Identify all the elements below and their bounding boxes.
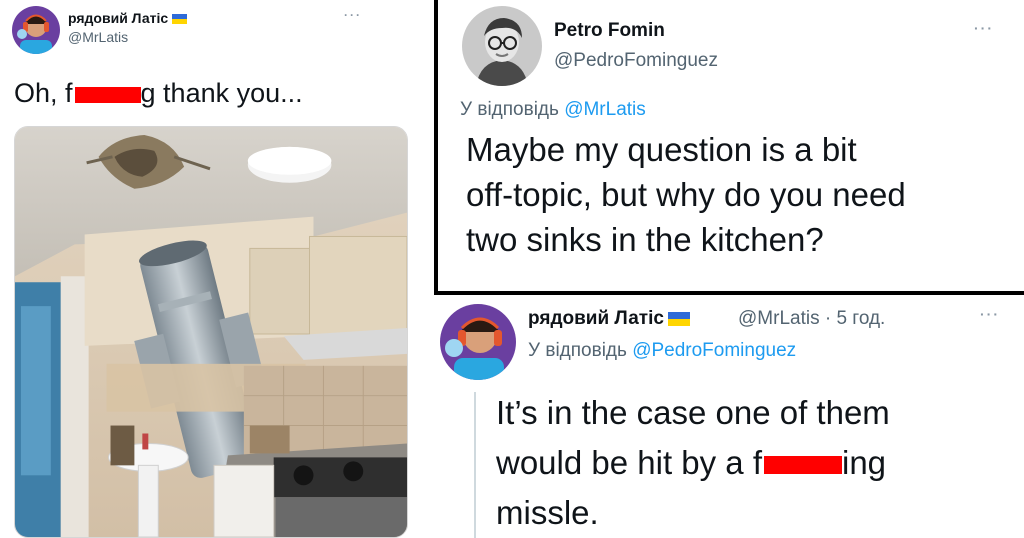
- author-name[interactable]: рядовий Латіс: [528, 308, 690, 330]
- tweet-text-line: two sinks in the kitchen?: [466, 221, 824, 258]
- panel-divider: [434, 0, 438, 292]
- tweet-text-line: would be hit by a f ing: [496, 444, 887, 481]
- author-handle[interactable]: @PedroFominguez: [554, 50, 718, 72]
- answer-tweet: рядовий Латіс @MrLatis · 5 год. ··· У ві…: [440, 296, 1024, 538]
- author-handle[interactable]: @MrLatis: [68, 29, 128, 45]
- tweet-text-line: Maybe my question is a bit: [466, 131, 857, 168]
- tweet-photo[interactable]: [14, 126, 408, 538]
- tweet-text-line: off-topic, but why do you need: [466, 176, 906, 213]
- reply-mention-link[interactable]: @MrLatis: [564, 99, 646, 120]
- reply-tweet: Petro Fomin @PedroFominguez ··· У відпов…: [440, 0, 1024, 290]
- avatar-illustration-icon: [440, 304, 516, 380]
- tweet-text: Oh, fkg thank you...: [14, 78, 303, 108]
- more-options-icon[interactable]: ···: [980, 306, 1000, 322]
- author-name[interactable]: рядовий Латіс: [68, 10, 188, 26]
- tweet-text-line: It’s in the case one of them: [496, 394, 890, 431]
- more-options-icon[interactable]: ···: [974, 20, 994, 36]
- thread-connector-line: [474, 392, 476, 538]
- author-name[interactable]: Petro Fomin: [554, 20, 665, 42]
- ukraine-flag-icon: [172, 14, 188, 25]
- redaction-bar: [74, 86, 141, 103]
- reply-mention-link[interactable]: @PedroFominguez: [632, 340, 796, 361]
- reply-context: У відповідь @PedroFominguez: [528, 340, 797, 361]
- redaction-bar: [764, 456, 842, 475]
- panel-divider: [434, 291, 1024, 295]
- author-handle-time[interactable]: @MrLatis · 5 год.: [738, 308, 885, 330]
- avatar-photo-icon: [462, 6, 542, 86]
- reply-context: У відповідь @MrLatis: [460, 99, 646, 120]
- kitchen-photo-image: [15, 127, 407, 537]
- more-options-icon[interactable]: ···: [344, 8, 362, 22]
- avatar-illustration-icon: [12, 6, 60, 54]
- avatar[interactable]: [462, 6, 542, 86]
- tweet-text-line: missle.: [496, 494, 599, 531]
- ukraine-flag-icon: [667, 311, 690, 326]
- original-tweet: рядовий Латіс @MrLatis ··· Oh, fkg thank…: [0, 0, 432, 538]
- avatar[interactable]: [12, 6, 60, 54]
- avatar[interactable]: [440, 304, 516, 380]
